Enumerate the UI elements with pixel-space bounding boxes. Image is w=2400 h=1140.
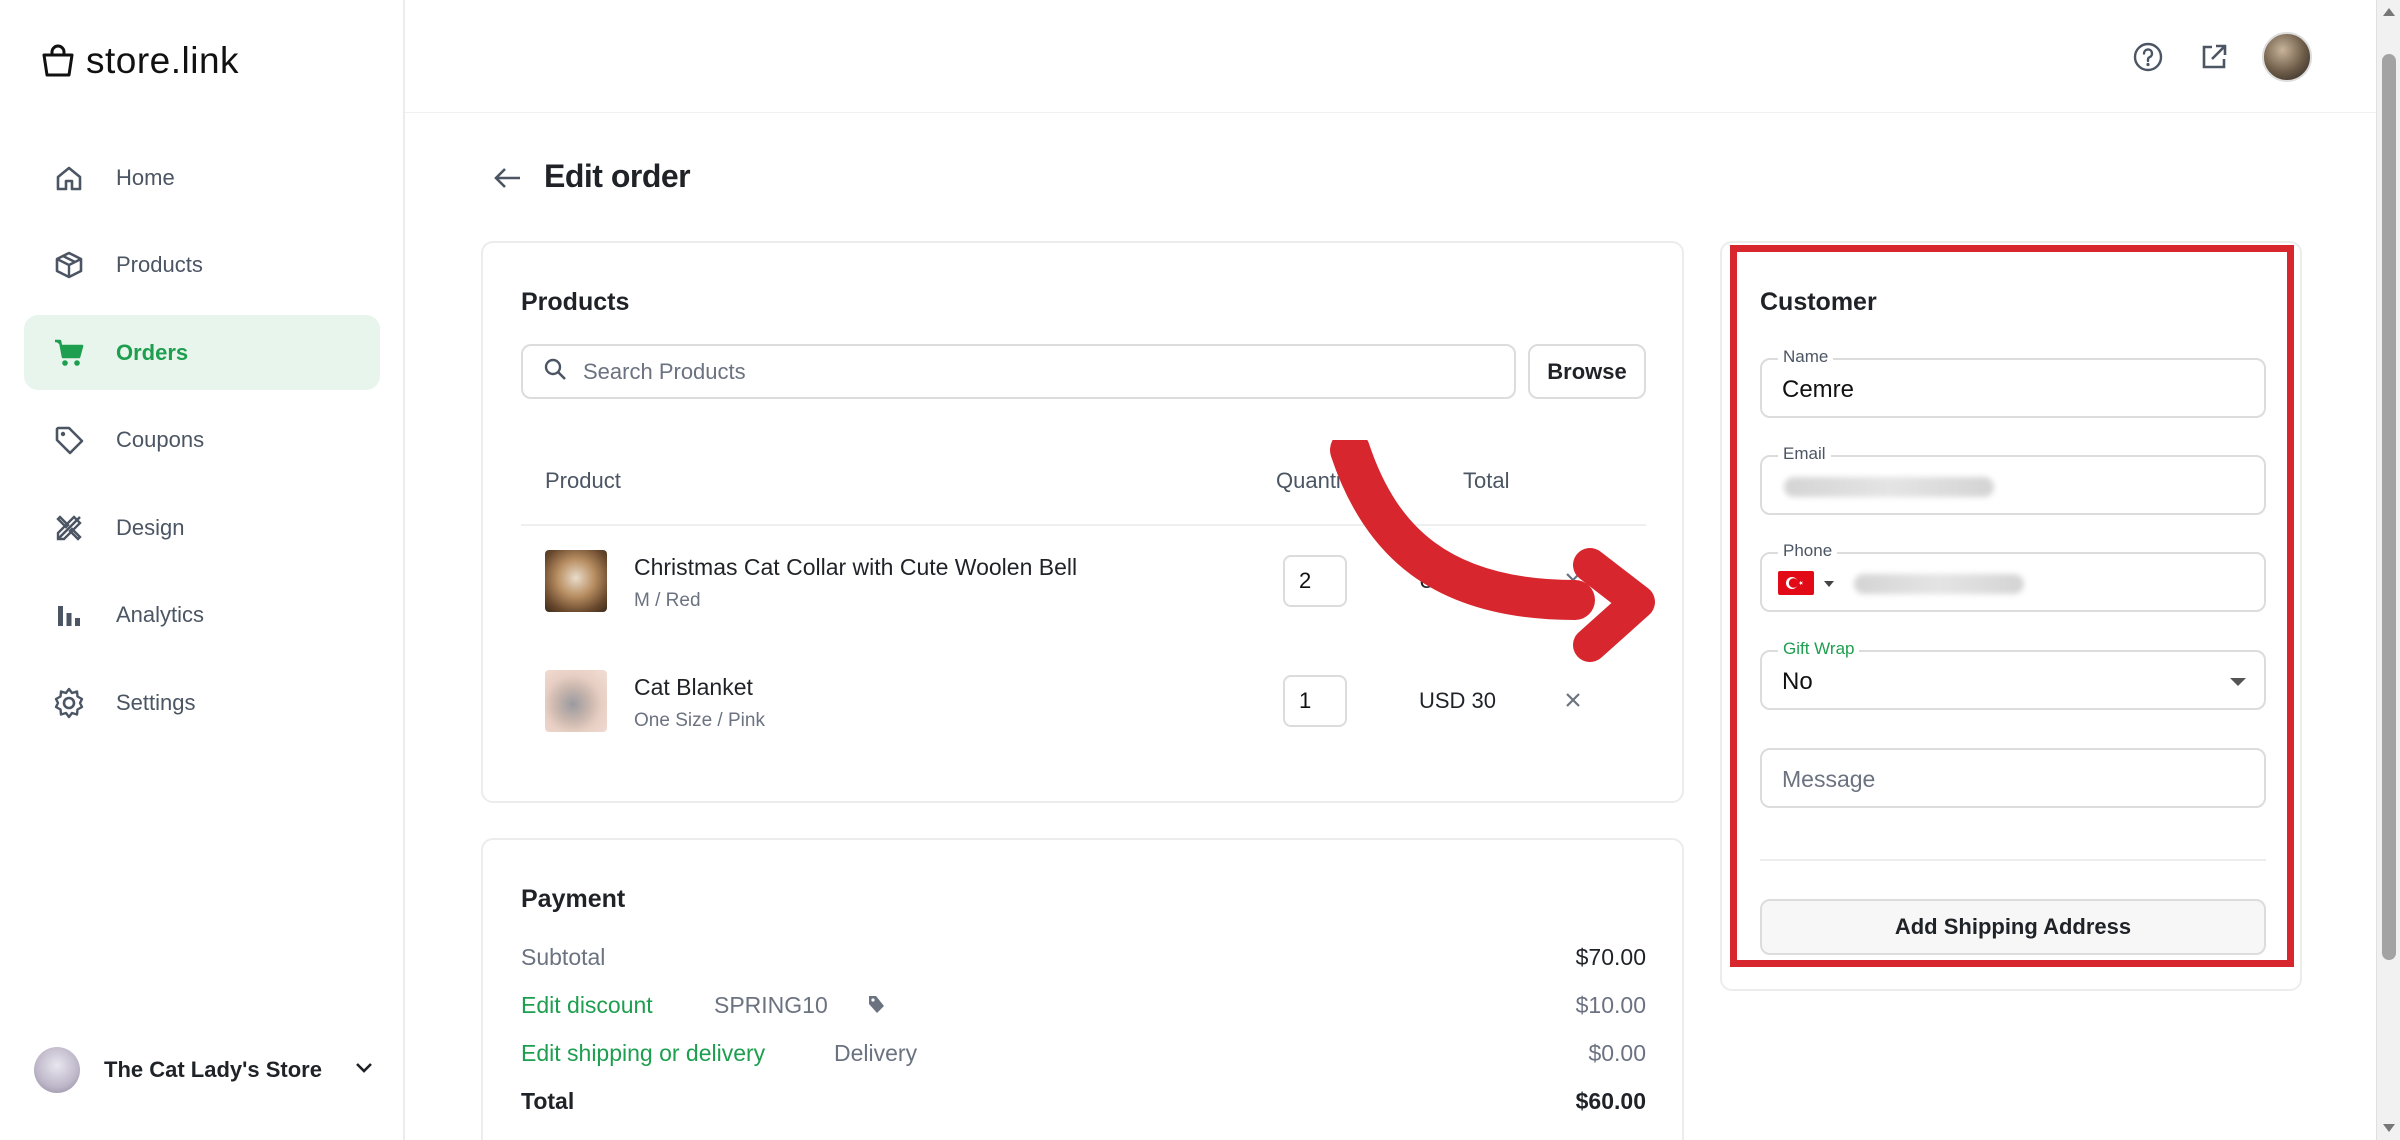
email-label: Email: [1778, 444, 1831, 464]
sidebar-item-label: Settings: [116, 689, 196, 715]
payment-card: Payment Subtotal $70.00 Edit discount SP…: [481, 838, 1684, 1140]
payment-title: Payment: [521, 885, 626, 913]
scroll-thumb[interactable]: [2382, 54, 2396, 960]
total-value: $60.00: [1575, 1088, 1646, 1114]
product-thumbnail: [545, 670, 607, 732]
topbar-actions: [2130, 32, 2312, 82]
tag-icon: [867, 994, 885, 1022]
sidebar-item-coupons[interactable]: Coupons: [24, 403, 380, 478]
back-button[interactable]: [488, 160, 528, 200]
store-avatar: [34, 1047, 80, 1093]
email-field[interactable]: Email: [1760, 444, 2266, 515]
blurred-phone: [1854, 574, 2024, 594]
phone-label: Phone: [1778, 541, 1838, 561]
sidebar-item-label: Coupons: [116, 427, 205, 452]
customer-title: Customer: [1760, 288, 1877, 316]
gift-wrap-label: Gift Wrap: [1778, 639, 1860, 659]
store-name: The Cat Lady's Store: [104, 1057, 322, 1082]
products-title: Products: [521, 288, 630, 316]
page-scrollbar[interactable]: [2376, 0, 2400, 1140]
search-input[interactable]: [583, 358, 1514, 385]
discount-value: $10.00: [1575, 992, 1646, 1018]
shipping-row: Edit shipping or delivery Delivery $0.00: [521, 1036, 1646, 1072]
chevron-down-icon: [2230, 678, 2246, 686]
total-label: Total: [521, 1088, 575, 1114]
chevron-down-icon: [354, 1061, 374, 1080]
brand-logo[interactable]: store.link: [40, 40, 239, 82]
sidebar: store.link Home Products Orders Coupons …: [0, 0, 405, 1140]
sidebar-item-products[interactable]: Products: [24, 228, 380, 303]
app-window: store.link Home Products Orders Coupons …: [0, 0, 2376, 1140]
store-switcher[interactable]: The Cat Lady's Store: [34, 1044, 374, 1096]
turkey-flag-icon[interactable]: [1778, 571, 1814, 595]
scroll-down-icon[interactable]: [2383, 1124, 2395, 1132]
gift-wrap-value: No: [1782, 668, 1813, 695]
cart-icon: [52, 336, 86, 370]
name-field[interactable]: Name Cemre: [1760, 347, 2266, 418]
browse-button[interactable]: Browse: [1528, 344, 1646, 399]
sidebar-nav: Home Products Orders Coupons Design Anal…: [24, 140, 380, 753]
sidebar-item-label: Orders: [116, 339, 189, 365]
help-icon[interactable]: [2130, 39, 2166, 75]
search-icon: [543, 357, 567, 386]
discount-code: SPRING10: [714, 992, 828, 1018]
external-link-icon[interactable]: [2196, 39, 2232, 75]
line-total: USD 30: [1419, 688, 1497, 713]
brand-name: store.link: [86, 40, 240, 81]
discount-row: Edit discount SPRING10 $10.00: [521, 988, 1646, 1024]
annotation-arrow-icon: [1330, 440, 1655, 662]
bar-chart-icon: [52, 598, 86, 632]
remove-item-button[interactable]: [1555, 682, 1591, 718]
sidebar-item-analytics[interactable]: Analytics: [24, 578, 380, 653]
edit-discount-link[interactable]: Edit discount: [521, 992, 653, 1019]
quantity-input[interactable]: [1283, 675, 1347, 727]
name-value: Cemre: [1782, 376, 1855, 403]
edit-shipping-link[interactable]: Edit shipping or delivery: [521, 1040, 765, 1067]
customer-divider: [1760, 859, 2266, 861]
column-header-product: Product: [545, 468, 621, 493]
product-variant: One Size / Pink: [634, 710, 765, 731]
message-field[interactable]: Message: [1760, 748, 2266, 808]
shopping-bag-icon: [40, 44, 76, 78]
sidebar-item-label: Home: [116, 164, 175, 190]
arrow-left-icon: [493, 166, 523, 195]
design-tools-icon: [52, 511, 86, 545]
subtotal-value: $70.00: [1575, 944, 1646, 970]
subtotal-row: Subtotal $70.00: [521, 940, 1646, 976]
product-name[interactable]: Christmas Cat Collar with Cute Woolen Be…: [634, 554, 1077, 581]
tag-icon: [52, 423, 86, 457]
product-search: [521, 344, 1516, 399]
product-name[interactable]: Cat Blanket: [634, 674, 753, 701]
scroll-up-icon[interactable]: [2383, 8, 2395, 16]
product-thumbnail: [545, 550, 607, 612]
country-dropdown-caret[interactable]: [1824, 581, 1834, 587]
gift-wrap-select[interactable]: Gift Wrap No: [1760, 639, 2266, 710]
sidebar-item-label: Design: [116, 514, 185, 540]
home-icon: [52, 161, 86, 195]
sidebar-item-label: Analytics: [116, 602, 205, 627]
subtotal-label: Subtotal: [521, 944, 606, 970]
sidebar-item-orders[interactable]: Orders: [24, 315, 380, 390]
customer-card: Customer Name Cemre Email Phone Gift Wra…: [1720, 241, 2302, 991]
user-avatar[interactable]: [2262, 32, 2312, 82]
product-variant: M / Red: [634, 590, 701, 611]
sidebar-item-settings[interactable]: Settings: [24, 665, 380, 740]
sidebar-item-design[interactable]: Design: [24, 490, 380, 565]
page-title: Edit order: [544, 158, 691, 194]
close-icon: [1564, 685, 1582, 716]
name-label: Name: [1778, 347, 1834, 367]
add-shipping-address-button[interactable]: Add Shipping Address: [1760, 899, 2266, 955]
total-row: Total $60.00: [521, 1084, 1646, 1120]
box-icon: [52, 248, 86, 282]
gear-icon: [52, 686, 86, 720]
sidebar-item-home[interactable]: Home: [24, 140, 380, 215]
shipping-value: $0.00: [1588, 1040, 1646, 1066]
shipping-method: Delivery: [834, 1040, 918, 1066]
header-divider: [405, 112, 2376, 113]
sidebar-item-label: Products: [116, 252, 203, 277]
message-placeholder: Message: [1782, 766, 1876, 792]
blurred-email: [1784, 477, 1994, 497]
phone-field[interactable]: Phone: [1760, 541, 2266, 612]
